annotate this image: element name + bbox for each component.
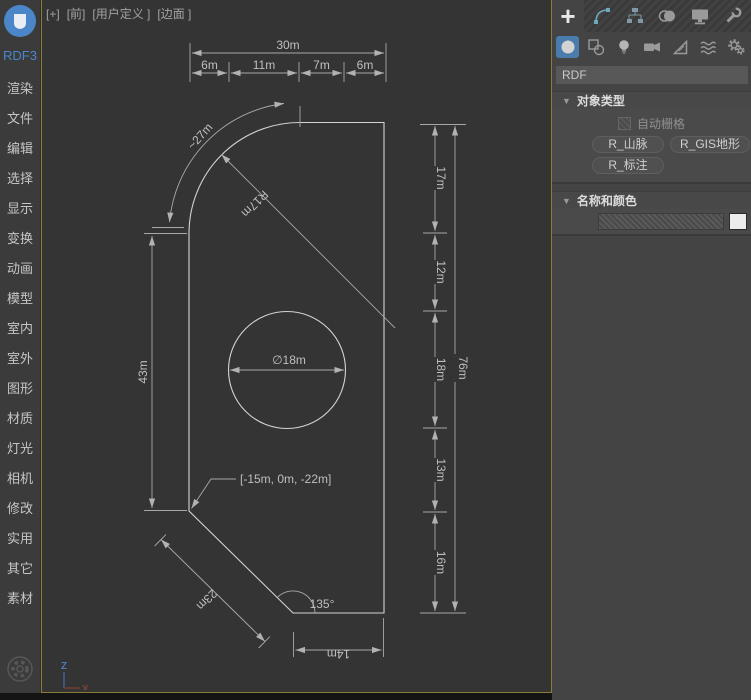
axis-gizmo: Z X (61, 661, 89, 690)
viewport-pov-menu[interactable]: [前] (67, 7, 86, 21)
autogrid-label: 自动栅格 (637, 115, 685, 132)
category-space-warps[interactable] (696, 36, 719, 58)
tab-utilities[interactable] (720, 3, 746, 29)
dim-diagonal: 23m (194, 587, 220, 613)
sidebar-item-shapes[interactable]: 图形 (0, 374, 40, 404)
sidebar-item-file[interactable]: 文件 (0, 104, 40, 134)
sidebar-item-lighting[interactable]: 灯光 (0, 434, 40, 464)
dim-top-seg-3: 7m (313, 58, 330, 72)
collapse-arrow-icon: ▼ (562, 196, 571, 206)
category-helpers[interactable] (668, 36, 691, 58)
rollout-title: 对象类型 (577, 92, 625, 109)
sidebar-item-display[interactable]: 显示 (0, 194, 40, 224)
rollout-name-color-header[interactable]: ▼ 名称和颜色 (552, 191, 751, 209)
tab-create[interactable]: + (552, 0, 584, 32)
sidebar-item-modify[interactable]: 修改 (0, 494, 40, 524)
dim-top-seg-1: 6m (201, 58, 218, 72)
toolbar-menu: 渲染 文件 编辑 选择 显示 变换 动画 模型 室内 室外 图形 材质 灯光 相… (0, 74, 40, 614)
rollout-name-color: ▼ 名称和颜色 (552, 191, 751, 236)
axis-x-label: X (82, 684, 89, 690)
autogrid-checkbox[interactable] (618, 117, 631, 130)
object-name-field[interactable] (598, 213, 724, 230)
create-category-row (552, 34, 751, 60)
rollout-name-color-body (552, 209, 751, 236)
dim-bottom-width: 14m (327, 647, 350, 661)
rollout-object-type: ▼ 对象类型 自动栅格 R_山脉 R_GIS地形 R_标注 (552, 91, 751, 184)
sidebar-item-transform[interactable]: 变换 (0, 224, 40, 254)
dim-radius: R17m (239, 188, 272, 221)
category-cameras[interactable] (640, 36, 663, 58)
axis-z-label: Z (61, 661, 67, 672)
dim-arc-length: ~27m (185, 120, 216, 152)
dim-right-seg-2: 12m (434, 260, 448, 283)
tab-motion[interactable] (654, 3, 680, 29)
object-type-buttons: R_山脉 R_GIS地形 R_标注 (592, 136, 745, 174)
dim-top-seg-2: 11m (253, 58, 275, 72)
collapse-arrow-icon: ▼ (562, 96, 571, 106)
left-toolbar: RDF3 渲染 文件 编辑 选择 显示 变换 动画 模型 室内 室外 图形 材质… (0, 0, 41, 700)
settings-gear-icon[interactable] (6, 655, 34, 683)
app-logo-label: RDF3 (0, 48, 40, 63)
category-shapes[interactable] (584, 36, 607, 58)
viewport-menus: [+] [前] [用户定义 ] [边面 ] (46, 5, 198, 22)
viewport-general-menu[interactable]: [+] (46, 7, 60, 21)
dim-right-total: 76m (456, 356, 470, 379)
application-window: RDF3 渲染 文件 编辑 选择 显示 变换 动画 模型 室内 室外 图形 材质… (0, 0, 751, 700)
tab-display[interactable] (687, 3, 713, 29)
command-panel-tabs: + (552, 0, 751, 32)
sidebar-item-other[interactable]: 其它 (0, 554, 40, 584)
category-lights[interactable] (612, 36, 635, 58)
sidebar-item-select[interactable]: 选择 (0, 164, 40, 194)
dim-right-seg-1: 17m (434, 166, 448, 189)
tab-hierarchy[interactable] (622, 3, 648, 29)
viewport-edged-faces-menu[interactable]: [边面 ] (157, 7, 191, 21)
sidebar-item-utility[interactable]: 实用 (0, 524, 40, 554)
sidebar-item-interior[interactable]: 室内 (0, 314, 40, 344)
button-r-mountain[interactable]: R_山脉 (592, 136, 664, 153)
viewport[interactable]: [+] [前] [用户定义 ] [边面 ] (40, 0, 552, 693)
dim-right-seg-3: 18m (434, 358, 448, 381)
category-systems[interactable] (724, 36, 747, 58)
plus-icon: + (560, 1, 575, 32)
command-panel: + (552, 0, 751, 700)
sidebar-item-animation[interactable]: 动画 (0, 254, 40, 284)
shape-outline (189, 123, 384, 614)
rollout-object-type-body: 自动栅格 R_山脉 R_GIS地形 R_标注 (552, 109, 751, 184)
dim-left-height: 43m (136, 360, 150, 383)
dim-right-seg-4: 13m (434, 458, 448, 481)
sidebar-item-render[interactable]: 渲染 (0, 74, 40, 104)
object-category-dropdown[interactable]: RDF (556, 66, 748, 84)
sidebar-item-material[interactable]: 材质 (0, 404, 40, 434)
dim-top-seg-4: 6m (357, 58, 374, 72)
dim-corner-angle: 135° (310, 597, 335, 611)
app-logo-icon[interactable] (3, 4, 37, 38)
tab-modify[interactable] (589, 3, 615, 29)
category-geometry[interactable] (556, 36, 579, 58)
object-color-swatch[interactable] (729, 213, 747, 230)
bottom-bar (0, 693, 552, 700)
dim-circle-diameter: ∅18m (272, 353, 306, 367)
sidebar-item-exterior[interactable]: 室外 (0, 344, 40, 374)
sidebar-item-model[interactable]: 模型 (0, 284, 40, 314)
rollout-object-type-header[interactable]: ▼ 对象类型 (552, 91, 751, 109)
button-r-annotation[interactable]: R_标注 (592, 157, 664, 174)
vertex-coordinate-note: [-15m, 0m, -22m] (240, 472, 331, 486)
technical-drawing: 30m 6m 11m 7m 6m ~27m R17m 43m 17m 12m 1… (42, 0, 551, 690)
autogrid-row: 自动栅格 (552, 115, 751, 131)
sidebar-item-edit[interactable]: 编辑 (0, 134, 40, 164)
dimension-labels: 30m 6m 11m 7m 6m ~27m R17m 43m 17m 12m 1… (136, 38, 470, 661)
dim-top-total: 30m (276, 38, 299, 52)
sidebar-item-assets[interactable]: 素材 (0, 584, 40, 614)
command-panel-tab-strip (584, 0, 751, 32)
sidebar-item-camera[interactable]: 相机 (0, 464, 40, 494)
dim-right-seg-5: 16m (434, 551, 448, 574)
button-r-gis-terrain[interactable]: R_GIS地形 (670, 136, 750, 153)
viewport-shading-menu[interactable]: [用户定义 ] (92, 7, 150, 21)
rollout-title: 名称和颜色 (577, 192, 637, 209)
